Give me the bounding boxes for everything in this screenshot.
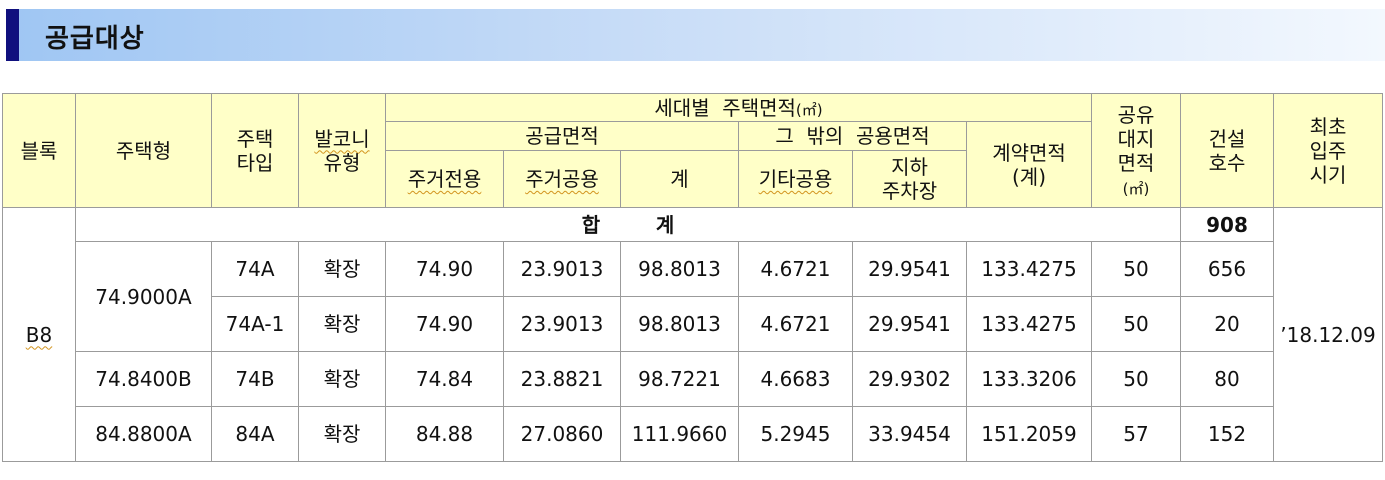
table-row: 74.8400B 74B 확장 74.84 23.8821 98.7221 4.… — [3, 351, 1383, 407]
header-balcony: 발코니 유형 — [298, 93, 386, 208]
balcony-cell: 확장 — [298, 351, 386, 407]
header-residential-private: 주거전용 — [385, 150, 504, 208]
etc-common-cell: 4.6683 — [738, 351, 853, 407]
etc-common-cell: 4.6721 — [738, 241, 853, 297]
balcony-cell: 확장 — [298, 406, 386, 462]
subtotal-cell: 111.9660 — [620, 406, 739, 462]
subtotal-cell: 98.8013 — [620, 296, 739, 352]
housing-model-cell: 74.9000A — [75, 241, 212, 352]
housing-type-cell: 74A-1 — [211, 296, 299, 352]
balcony-cell: 확장 — [298, 296, 386, 352]
private-area-cell: 74.84 — [385, 351, 504, 407]
units-cell: 656 — [1180, 241, 1275, 297]
housing-model-cell: 74.8400B — [75, 351, 212, 407]
header-underground-parking: 지하 주차장 — [852, 150, 967, 208]
table-row: 84.8800A 84A 확장 84.88 27.0860 111.9660 5… — [3, 406, 1383, 462]
section-title: 공급대상 — [45, 24, 145, 54]
shared-land-cell: 57 — [1091, 406, 1182, 462]
private-area-cell: 74.90 — [385, 296, 504, 352]
common-area-cell: 27.0860 — [503, 406, 621, 462]
subtotal-cell: 98.7221 — [620, 351, 739, 407]
header-block: 블록 — [2, 93, 76, 208]
first-move-in-date: ’18.12.09 — [1273, 207, 1384, 462]
contract-area-cell: 151.2059 — [965, 406, 1093, 462]
private-area-cell: 84.88 — [385, 406, 504, 462]
etc-common-cell: 5.2945 — [738, 406, 853, 462]
housing-type-cell: 74B — [211, 351, 299, 407]
shared-land-cell: 50 — [1091, 296, 1182, 352]
private-area-cell: 74.90 — [385, 241, 504, 297]
header-units-built: 건설 호수 — [1180, 93, 1275, 208]
contract-area-cell: 133.4275 — [965, 296, 1093, 352]
block-cell: B8 — [2, 207, 76, 462]
housing-type-cell: 84A — [211, 406, 299, 462]
parking-cell: 29.9541 — [852, 241, 967, 297]
balcony-cell: 확장 — [298, 241, 386, 297]
header-first-move-in: 최초 입주 시기 — [1273, 93, 1384, 208]
contract-area-cell: 133.3206 — [965, 351, 1093, 407]
shared-land-cell: 50 — [1091, 351, 1182, 407]
parking-cell: 29.9302 — [852, 351, 967, 407]
header-subtotal: 계 — [620, 150, 739, 208]
housing-type-cell: 74A — [211, 241, 299, 297]
housing-model-cell: 84.8800A — [75, 406, 212, 462]
total-label: 합 계 — [74, 207, 1182, 242]
header-contract-area: 계약면적 (계) — [965, 121, 1093, 208]
header-housing-model: 주택형 — [75, 93, 212, 208]
units-cell: 20 — [1180, 296, 1275, 352]
header-supply-area: 공급면적 — [385, 121, 739, 151]
parking-cell: 29.9541 — [852, 296, 967, 352]
common-area-cell: 23.9013 — [503, 241, 621, 297]
table-row: 74.9000A 74A 확장 74.90 23.9013 98.8013 4.… — [3, 241, 1383, 352]
supply-target-table: 블록 주택형 주택 타입 발코니 유형 세대별 주택면적(㎡) 공유 대지 면적 (㎡) … — [2, 93, 1384, 462]
section-title-bar: 공급대상 — [6, 9, 1385, 61]
subtotal-cell: 98.8013 — [620, 241, 739, 297]
header-etc-common: 기타공용 — [738, 150, 853, 208]
header-housing-type: 주택 타입 — [211, 93, 299, 208]
common-area-cell: 23.8821 — [503, 351, 621, 407]
units-cell: 80 — [1180, 351, 1275, 407]
common-area-cell: 23.9013 — [503, 296, 621, 352]
parking-cell: 33.9454 — [852, 406, 967, 462]
etc-common-cell: 4.6721 — [738, 296, 853, 352]
header-residential-common: 주거공용 — [503, 150, 621, 208]
total-units: 908 — [1180, 207, 1275, 242]
units-cell: 152 — [1180, 406, 1275, 462]
header-area-group: 세대별 주택면적(㎡) — [384, 93, 1093, 122]
title-accent-bar — [6, 9, 19, 61]
contract-area-cell: 133.4275 — [965, 241, 1093, 297]
header-other-common: 그 밖의 공용면적 — [738, 121, 967, 151]
header-shared-land: 공유 대지 면적 (㎡) — [1091, 93, 1182, 208]
shared-land-cell: 50 — [1091, 241, 1182, 297]
